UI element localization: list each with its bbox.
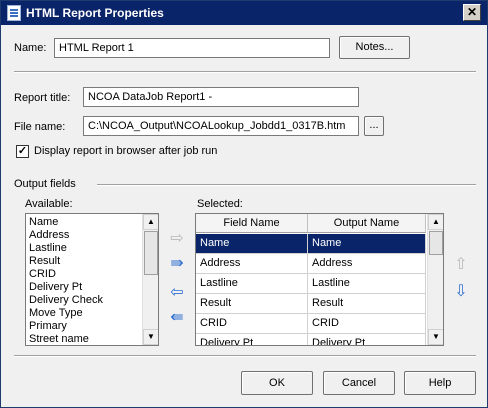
output-name-cell[interactable]: Name	[308, 234, 426, 254]
available-list-item[interactable]: Lastline	[29, 242, 67, 255]
ok-button[interactable]: OK	[241, 371, 313, 395]
display-report-label: Display report in browser after job run	[34, 145, 218, 157]
available-list-item[interactable]: Primary	[29, 320, 67, 333]
html-report-properties-dialog: HTML Report Properties ✕ Name: HTML Repo…	[0, 0, 488, 408]
output-name-cell[interactable]: Address	[308, 254, 426, 274]
double-arrow-left-icon[interactable]: ⇚	[166, 310, 188, 328]
field-name-column-header[interactable]: Field Name	[196, 214, 308, 233]
available-list-item[interactable]: CRID	[29, 268, 56, 281]
title-bar[interactable]: HTML Report Properties ✕	[1, 1, 487, 25]
field-name-cell[interactable]: Address	[196, 254, 308, 274]
selected-scrollbar[interactable]: ▲ ▼	[427, 214, 443, 345]
separator	[97, 184, 476, 186]
arrow-down-icon[interactable]: ⇩	[450, 284, 472, 302]
output-name-cell[interactable]: Delivery Pt	[308, 334, 426, 345]
scroll-up-icon[interactable]: ▲	[428, 214, 443, 230]
output-name-column-header[interactable]: Output Name	[308, 214, 426, 233]
available-list-item[interactable]: Delivery Pt	[29, 281, 82, 294]
arrow-left-icon[interactable]: ⇦	[166, 285, 188, 303]
available-scrollbar[interactable]: ▲ ▼	[142, 214, 158, 345]
cancel-button[interactable]: Cancel	[323, 371, 395, 395]
available-label: Available:	[25, 198, 73, 210]
scroll-thumb[interactable]	[429, 231, 443, 255]
available-fields-list[interactable]: Name Address Lastline Result CRID Delivery Pt…	[25, 213, 159, 346]
field-name-cell[interactable]: Name	[196, 234, 308, 254]
available-list-item[interactable]: Result	[29, 255, 60, 268]
double-arrow-right-icon[interactable]: ⇛	[166, 256, 188, 274]
available-list-item[interactable]: Delivery Check	[29, 294, 103, 307]
help-button[interactable]: Help	[404, 371, 476, 395]
report-title-label: Report title:	[14, 92, 71, 104]
available-list-item[interactable]: Name	[29, 216, 58, 229]
field-name-cell[interactable]: Lastline	[196, 274, 308, 294]
output-fields-label: Output fields	[14, 178, 76, 190]
output-name-cell[interactable]: CRID	[308, 314, 426, 334]
scroll-up-icon[interactable]: ▲	[143, 214, 158, 230]
file-name-field[interactable]: C:\NCOA_Output\NCOALookup_Jobdd1_0317B.h…	[83, 116, 359, 136]
output-name-cell[interactable]: Lastline	[308, 274, 426, 294]
scroll-thumb[interactable]	[144, 231, 158, 275]
scroll-down-icon[interactable]: ▼	[143, 329, 158, 345]
report-icon	[7, 5, 21, 21]
close-button[interactable]: ✕	[463, 4, 481, 21]
selected-label: Selected:	[197, 198, 243, 210]
arrow-right-icon[interactable]: ⇨	[166, 231, 188, 249]
available-list-item[interactable]: Street name	[29, 333, 89, 345]
report-title-field[interactable]: NCOA DataJob Report1 -	[83, 87, 359, 107]
output-name-cell[interactable]: Result	[308, 294, 426, 314]
scroll-down-icon[interactable]: ▼	[428, 329, 443, 345]
field-name-cell[interactable]: CRID	[196, 314, 308, 334]
browse-button[interactable]: ...	[364, 116, 384, 136]
dialog-title: HTML Report Properties	[26, 6, 164, 20]
separator	[14, 355, 476, 357]
available-list-item[interactable]: Move Type	[29, 307, 83, 320]
field-name-cell[interactable]: Result	[196, 294, 308, 314]
display-report-checkbox[interactable]: ✓	[16, 145, 29, 158]
selected-fields-grid[interactable]: Field Name Output Name Name Name Address Ad…	[195, 213, 444, 346]
field-name-cell[interactable]: Delivery Pt	[196, 334, 308, 345]
name-label: Name:	[14, 42, 47, 54]
name-field[interactable]: HTML Report 1	[54, 38, 330, 58]
available-list-item[interactable]: Address	[29, 229, 69, 242]
notes-button[interactable]: Notes...	[339, 36, 410, 59]
separator	[14, 71, 476, 73]
file-name-label: File name:	[14, 121, 66, 133]
arrow-up-icon[interactable]: ⇧	[450, 257, 472, 275]
